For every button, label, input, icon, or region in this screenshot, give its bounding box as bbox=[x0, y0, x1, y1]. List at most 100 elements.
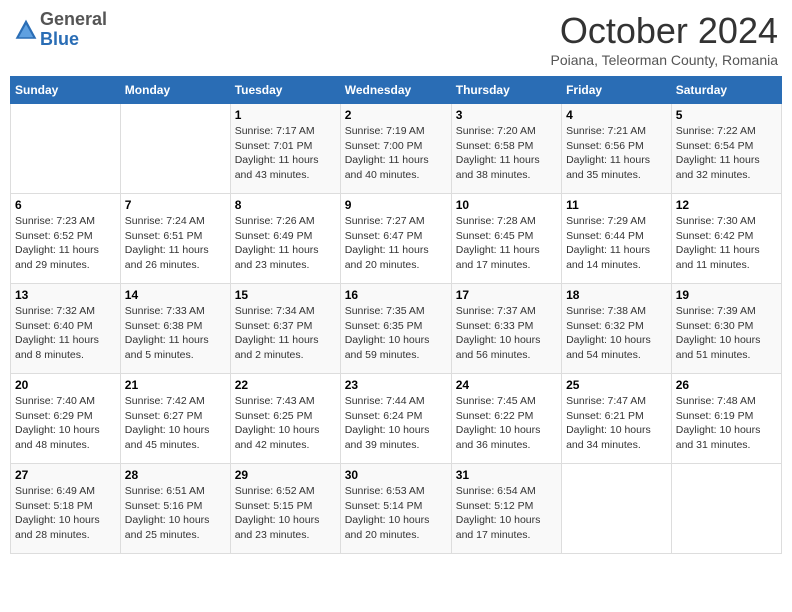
logo-general: General bbox=[40, 9, 107, 29]
logo-icon bbox=[14, 18, 38, 42]
calendar-cell: 12Sunrise: 7:30 AMSunset: 6:42 PMDayligh… bbox=[671, 194, 781, 284]
weekday-header-saturday: Saturday bbox=[671, 77, 781, 104]
calendar-week-5: 27 Sunrise: 6:49 AMSunset: 5:18 PMDayligh… bbox=[11, 464, 782, 554]
day-number: 1 bbox=[235, 108, 336, 122]
calendar-week-4: 20 Sunrise: 7:40 AMSunset: 6:29 PMDayligh… bbox=[11, 374, 782, 464]
day-number: 28 bbox=[125, 468, 226, 482]
calendar-cell: 21 Sunrise: 7:42 AMSunset: 6:27 PMDayligh… bbox=[120, 374, 230, 464]
calendar-week-2: 6 Sunrise: 7:23 AMSunset: 6:52 PMDaylight… bbox=[11, 194, 782, 284]
calendar-cell: 13 Sunrise: 7:32 AMSunset: 6:40 PMDayligh… bbox=[11, 284, 121, 374]
calendar-week-1: 1 Sunrise: 7:17 AMSunset: 7:01 PMDaylight… bbox=[11, 104, 782, 194]
day-info: Sunrise: 7:26 AMSunset: 6:49 PMDaylight:… bbox=[235, 214, 336, 273]
calendar-cell: 7 Sunrise: 7:24 AMSunset: 6:51 PMDaylight… bbox=[120, 194, 230, 284]
day-info: Sunrise: 7:42 AMSunset: 6:27 PMDaylight:… bbox=[125, 394, 226, 453]
day-number: 14 bbox=[125, 288, 226, 302]
logo-text: General Blue bbox=[40, 10, 107, 50]
day-number: 10 bbox=[456, 198, 557, 212]
page-header: General Blue October 2024 Poiana, Teleor… bbox=[10, 10, 782, 68]
calendar-cell: 4Sunrise: 7:21 AMSunset: 6:56 PMDaylight… bbox=[562, 104, 672, 194]
day-number: 23 bbox=[345, 378, 447, 392]
day-number: 21 bbox=[125, 378, 226, 392]
day-info: Sunrise: 7:19 AMSunset: 7:00 PMDaylight:… bbox=[345, 124, 447, 183]
day-number: 17 bbox=[456, 288, 557, 302]
day-number: 4 bbox=[566, 108, 667, 122]
weekday-header-sunday: Sunday bbox=[11, 77, 121, 104]
day-info: Sunrise: 7:29 AMSunset: 6:44 PMDaylight:… bbox=[566, 214, 667, 273]
calendar-cell: 31 Sunrise: 6:54 AMSunset: 5:12 PMDayligh… bbox=[451, 464, 561, 554]
calendar-cell bbox=[11, 104, 121, 194]
calendar-cell: 27 Sunrise: 6:49 AMSunset: 5:18 PMDayligh… bbox=[11, 464, 121, 554]
calendar-cell: 19Sunrise: 7:39 AMSunset: 6:30 PMDayligh… bbox=[671, 284, 781, 374]
calendar-cell: 22Sunrise: 7:43 AMSunset: 6:25 PMDayligh… bbox=[230, 374, 340, 464]
day-number: 27 bbox=[15, 468, 116, 482]
day-number: 13 bbox=[15, 288, 116, 302]
calendar-cell: 8Sunrise: 7:26 AMSunset: 6:49 PMDaylight… bbox=[230, 194, 340, 284]
day-number: 31 bbox=[456, 468, 557, 482]
day-number: 3 bbox=[456, 108, 557, 122]
day-info: Sunrise: 7:45 AMSunset: 6:22 PMDaylight:… bbox=[456, 394, 557, 453]
calendar-cell: 2 Sunrise: 7:19 AMSunset: 7:00 PMDaylight… bbox=[340, 104, 451, 194]
day-info: Sunrise: 7:28 AMSunset: 6:45 PMDaylight:… bbox=[456, 214, 557, 273]
calendar-cell: 5Sunrise: 7:22 AMSunset: 6:54 PMDaylight… bbox=[671, 104, 781, 194]
weekday-header-friday: Friday bbox=[562, 77, 672, 104]
weekday-header-monday: Monday bbox=[120, 77, 230, 104]
day-info: Sunrise: 7:35 AMSunset: 6:35 PMDaylight:… bbox=[345, 304, 447, 363]
day-number: 16 bbox=[345, 288, 447, 302]
day-number: 26 bbox=[676, 378, 777, 392]
day-info: Sunrise: 7:23 AMSunset: 6:52 PMDaylight:… bbox=[15, 214, 116, 273]
day-info: Sunrise: 7:44 AMSunset: 6:24 PMDaylight:… bbox=[345, 394, 447, 453]
day-number: 6 bbox=[15, 198, 116, 212]
calendar-cell: 10 Sunrise: 7:28 AMSunset: 6:45 PMDayligh… bbox=[451, 194, 561, 284]
day-number: 7 bbox=[125, 198, 226, 212]
day-number: 22 bbox=[235, 378, 336, 392]
calendar-table: SundayMondayTuesdayWednesdayThursdayFrid… bbox=[10, 76, 782, 554]
calendar-cell: 14 Sunrise: 7:33 AMSunset: 6:38 PMDayligh… bbox=[120, 284, 230, 374]
day-info: Sunrise: 7:40 AMSunset: 6:29 PMDaylight:… bbox=[15, 394, 116, 453]
day-info: Sunrise: 6:53 AMSunset: 5:14 PMDaylight:… bbox=[345, 484, 447, 543]
calendar-cell bbox=[562, 464, 672, 554]
calendar-cell: 6 Sunrise: 7:23 AMSunset: 6:52 PMDaylight… bbox=[11, 194, 121, 284]
month-title: October 2024 bbox=[551, 10, 779, 52]
day-number: 15 bbox=[235, 288, 336, 302]
day-info: Sunrise: 7:34 AMSunset: 6:37 PMDaylight:… bbox=[235, 304, 336, 363]
calendar-cell: 18 Sunrise: 7:38 AMSunset: 6:32 PMDayligh… bbox=[562, 284, 672, 374]
day-info: Sunrise: 7:30 AMSunset: 6:42 PMDaylight:… bbox=[676, 214, 777, 273]
day-number: 18 bbox=[566, 288, 667, 302]
day-info: Sunrise: 7:38 AMSunset: 6:32 PMDaylight:… bbox=[566, 304, 667, 363]
calendar-cell: 1 Sunrise: 7:17 AMSunset: 7:01 PMDaylight… bbox=[230, 104, 340, 194]
title-block: October 2024 Poiana, Teleorman County, R… bbox=[551, 10, 779, 68]
calendar-cell: 24 Sunrise: 7:45 AMSunset: 6:22 PMDayligh… bbox=[451, 374, 561, 464]
day-info: Sunrise: 7:39 AMSunset: 6:30 PMDaylight:… bbox=[676, 304, 777, 363]
day-info: Sunrise: 7:37 AMSunset: 6:33 PMDaylight:… bbox=[456, 304, 557, 363]
calendar-cell bbox=[120, 104, 230, 194]
calendar-cell: 20 Sunrise: 7:40 AMSunset: 6:29 PMDayligh… bbox=[11, 374, 121, 464]
weekday-header-thursday: Thursday bbox=[451, 77, 561, 104]
calendar-cell bbox=[671, 464, 781, 554]
day-info: Sunrise: 6:54 AMSunset: 5:12 PMDaylight:… bbox=[456, 484, 557, 543]
day-number: 24 bbox=[456, 378, 557, 392]
day-info: Sunrise: 6:51 AMSunset: 5:16 PMDaylight:… bbox=[125, 484, 226, 543]
day-info: Sunrise: 7:17 AMSunset: 7:01 PMDaylight:… bbox=[235, 124, 336, 183]
calendar-cell: 26 Sunrise: 7:48 AMSunset: 6:19 PMDayligh… bbox=[671, 374, 781, 464]
calendar-cell: 16 Sunrise: 7:35 AMSunset: 6:35 PMDayligh… bbox=[340, 284, 451, 374]
day-number: 2 bbox=[345, 108, 447, 122]
calendar-cell: 29Sunrise: 6:52 AMSunset: 5:15 PMDayligh… bbox=[230, 464, 340, 554]
calendar-cell: 28 Sunrise: 6:51 AMSunset: 5:16 PMDayligh… bbox=[120, 464, 230, 554]
day-info: Sunrise: 7:22 AMSunset: 6:54 PMDaylight:… bbox=[676, 124, 777, 183]
day-info: Sunrise: 6:49 AMSunset: 5:18 PMDaylight:… bbox=[15, 484, 116, 543]
calendar-cell: 25 Sunrise: 7:47 AMSunset: 6:21 PMDayligh… bbox=[562, 374, 672, 464]
day-info: Sunrise: 7:32 AMSunset: 6:40 PMDaylight:… bbox=[15, 304, 116, 363]
calendar-body: 1 Sunrise: 7:17 AMSunset: 7:01 PMDaylight… bbox=[11, 104, 782, 554]
day-info: Sunrise: 7:27 AMSunset: 6:47 PMDaylight:… bbox=[345, 214, 447, 273]
weekday-header-wednesday: Wednesday bbox=[340, 77, 451, 104]
day-number: 30 bbox=[345, 468, 447, 482]
calendar-cell: 3Sunrise: 7:20 AMSunset: 6:58 PMDaylight… bbox=[451, 104, 561, 194]
day-info: Sunrise: 7:48 AMSunset: 6:19 PMDaylight:… bbox=[676, 394, 777, 453]
day-number: 20 bbox=[15, 378, 116, 392]
calendar-cell: 30 Sunrise: 6:53 AMSunset: 5:14 PMDayligh… bbox=[340, 464, 451, 554]
day-number: 25 bbox=[566, 378, 667, 392]
day-info: Sunrise: 7:24 AMSunset: 6:51 PMDaylight:… bbox=[125, 214, 226, 273]
day-info: Sunrise: 7:47 AMSunset: 6:21 PMDaylight:… bbox=[566, 394, 667, 453]
day-info: Sunrise: 7:33 AMSunset: 6:38 PMDaylight:… bbox=[125, 304, 226, 363]
calendar-cell: 17 Sunrise: 7:37 AMSunset: 6:33 PMDayligh… bbox=[451, 284, 561, 374]
